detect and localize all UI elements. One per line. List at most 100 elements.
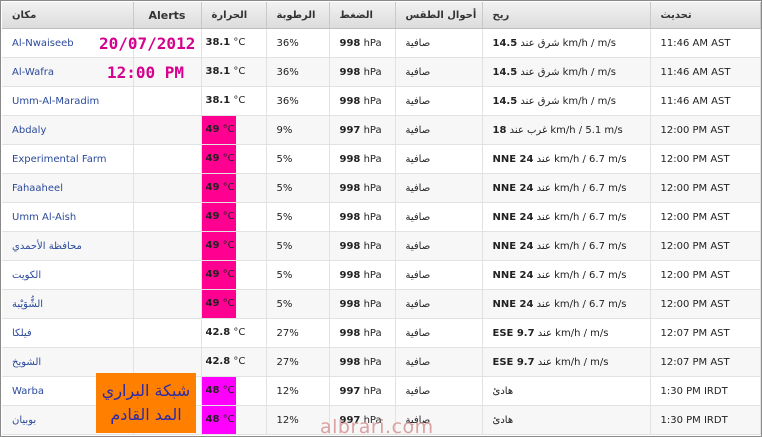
updated-cell: 12:00 PM AST (650, 231, 761, 261)
pressure-cell: 998 hPa (329, 28, 396, 58)
station-link[interactable]: فيلكا (12, 328, 32, 339)
wind-cell: NNE 24 عند km/h / 6.7 m/s (482, 173, 651, 203)
temperature-value: 38.1 °C (205, 37, 246, 48)
network-badge: شبكة البراري المد القادم (96, 373, 196, 433)
table-row: Abdaly 49 °C 9% 997 hPa صافية 18 غرب عند km/h… (2, 115, 761, 145)
col-header-wind[interactable]: ريح (482, 2, 651, 29)
wind-cell: NNE 24 عند km/h / 6.7 m/s (482, 260, 651, 290)
station-link[interactable]: Al-Wafra (12, 67, 54, 78)
humidity-cell: 5% (266, 202, 330, 232)
station-location-cell: Umm Al-Aish (2, 202, 134, 232)
temperature-value: 42.8 °C (205, 327, 246, 338)
temperature-value: 49 °C (201, 174, 236, 202)
temperature-cell: 38.1 °C (201, 86, 267, 116)
pressure-cell: 998 hPa (329, 202, 396, 232)
updated-cell: 12:07 PM AST (650, 347, 761, 377)
humidity-cell: 36% (266, 86, 330, 116)
col-header-humidity[interactable]: الرطوبة (266, 2, 330, 29)
overlay-time: 12:00 PM (107, 63, 185, 82)
table-row: الكويت 49 °C 5% 998 hPa صافية NNE 24 عند km/h… (2, 260, 761, 290)
table-row: Umm Al-Aish 49 °C 5% 998 hPa صافية NNE 24 عند… (2, 202, 761, 232)
humidity-cell: 5% (266, 260, 330, 290)
humidity-cell: 5% (266, 289, 330, 319)
conditions-cell: صافية (395, 202, 483, 232)
col-header-location[interactable]: مكان (2, 2, 134, 29)
temperature-value: 49 °C (201, 232, 236, 260)
station-link[interactable]: محافظة الأحمدي (12, 241, 82, 252)
wind-cell: ESE 9.7 عند km/h / m/s (482, 347, 651, 377)
pressure-cell: 998 hPa (329, 231, 396, 261)
col-header-conditions[interactable]: أحوال الطقس (395, 2, 483, 29)
conditions-cell: صافية (395, 318, 483, 348)
humidity-cell: 5% (266, 144, 330, 174)
col-header-pressure[interactable]: الضغط (329, 2, 396, 29)
conditions-cell: صافية (395, 376, 483, 406)
pressure-cell: 998 hPa (329, 318, 396, 348)
station-link[interactable]: الشويخ (12, 357, 41, 368)
pressure-cell: 998 hPa (329, 173, 396, 203)
humidity-cell: 27% (266, 318, 330, 348)
wind-cell: هادئ (482, 405, 651, 435)
temperature-cell: 48 °C (201, 376, 267, 406)
col-header-updated[interactable]: تحديث (650, 2, 761, 29)
station-link[interactable]: Umm Al-Aish (12, 212, 76, 223)
overlay-date: 20/07/2012 (99, 34, 196, 53)
temperature-cell: 42.8 °C (201, 318, 267, 348)
wind-cell: 18 غرب عند km/h / 5.1 m/s (482, 115, 651, 145)
alerts-cell (133, 202, 202, 232)
temperature-value: 42.8 °C (205, 356, 246, 367)
station-location-cell: الكويت (2, 260, 134, 290)
wind-cell: NNE 24 عند km/h / 6.7 m/s (482, 202, 651, 232)
humidity-cell: 12% (266, 376, 330, 406)
station-link[interactable]: Abdaly (12, 125, 46, 136)
temperature-cell: 49 °C (201, 202, 267, 232)
alerts-cell (133, 144, 202, 174)
temperature-cell: 49 °C (201, 144, 267, 174)
temperature-value: 49 °C (201, 203, 236, 231)
col-header-temperature[interactable]: الحرارة (201, 2, 267, 29)
wind-cell: NNE 24 عند km/h / 6.7 m/s (482, 231, 651, 261)
alerts-cell (133, 86, 202, 116)
alerts-cell (133, 173, 202, 203)
updated-cell: 1:30 PM IRDT (650, 376, 761, 406)
pressure-cell: 997 hPa (329, 376, 396, 406)
station-location-cell: Fahaaheel (2, 173, 134, 203)
temperature-cell: 48 °C (201, 405, 267, 435)
alerts-cell (133, 318, 202, 348)
conditions-cell: صافية (395, 57, 483, 87)
temperature-value: 48 °C (201, 406, 236, 434)
pressure-cell: 998 hPa (329, 57, 396, 87)
station-link[interactable]: Umm-Al-Maradim (12, 96, 99, 107)
station-location-cell: Experimental Farm (2, 144, 134, 174)
station-link[interactable]: الشُّوَيْبة (12, 299, 43, 310)
wind-cell: 14.5 شرق عند km/h / m/s (482, 28, 651, 58)
updated-cell: 11:46 AM AST (650, 86, 761, 116)
conditions-cell: صافية (395, 144, 483, 174)
temperature-cell: 49 °C (201, 260, 267, 290)
wind-cell: هادئ (482, 376, 651, 406)
station-link[interactable]: Al-Nwaiseeb (12, 38, 74, 49)
temperature-value: 49 °C (201, 145, 236, 173)
station-link[interactable]: الكويت (12, 270, 41, 281)
station-link[interactable]: Experimental Farm (12, 154, 107, 165)
temperature-cell: 49 °C (201, 173, 267, 203)
station-link[interactable]: Warba (12, 386, 44, 397)
conditions-cell: صافية (395, 231, 483, 261)
humidity-cell: 5% (266, 231, 330, 261)
humidity-cell: 36% (266, 28, 330, 58)
wind-cell: NNE 24 عند km/h / 6.7 m/s (482, 289, 651, 319)
table-header-row: مكان Alerts الحرارة الرطوبة الضغط أحوال … (2, 2, 761, 29)
table-row: Umm-Al-Maradim 38.1 °C 36% 998 hPa صافية 14.5… (2, 86, 761, 116)
weather-table-frame: مكان Alerts الحرارة الرطوبة الضغط أحوال … (0, 0, 762, 437)
table-row: Fahaaheel 49 °C 5% 998 hPa صافية NNE 24 عند k… (2, 173, 761, 203)
station-link[interactable]: بوبيان (12, 415, 36, 426)
table-row: محافظة الأحمدي 49 °C 5% 998 hPa صافية NNE 24 … (2, 231, 761, 261)
humidity-cell: 5% (266, 173, 330, 203)
station-location-cell: Abdaly (2, 115, 134, 145)
conditions-cell: صافية (395, 28, 483, 58)
conditions-cell: صافية (395, 289, 483, 319)
temperature-cell: 38.1 °C (201, 57, 267, 87)
col-header-alerts[interactable]: Alerts (133, 2, 202, 29)
temperature-cell: 49 °C (201, 115, 267, 145)
station-link[interactable]: Fahaaheel (12, 183, 63, 194)
